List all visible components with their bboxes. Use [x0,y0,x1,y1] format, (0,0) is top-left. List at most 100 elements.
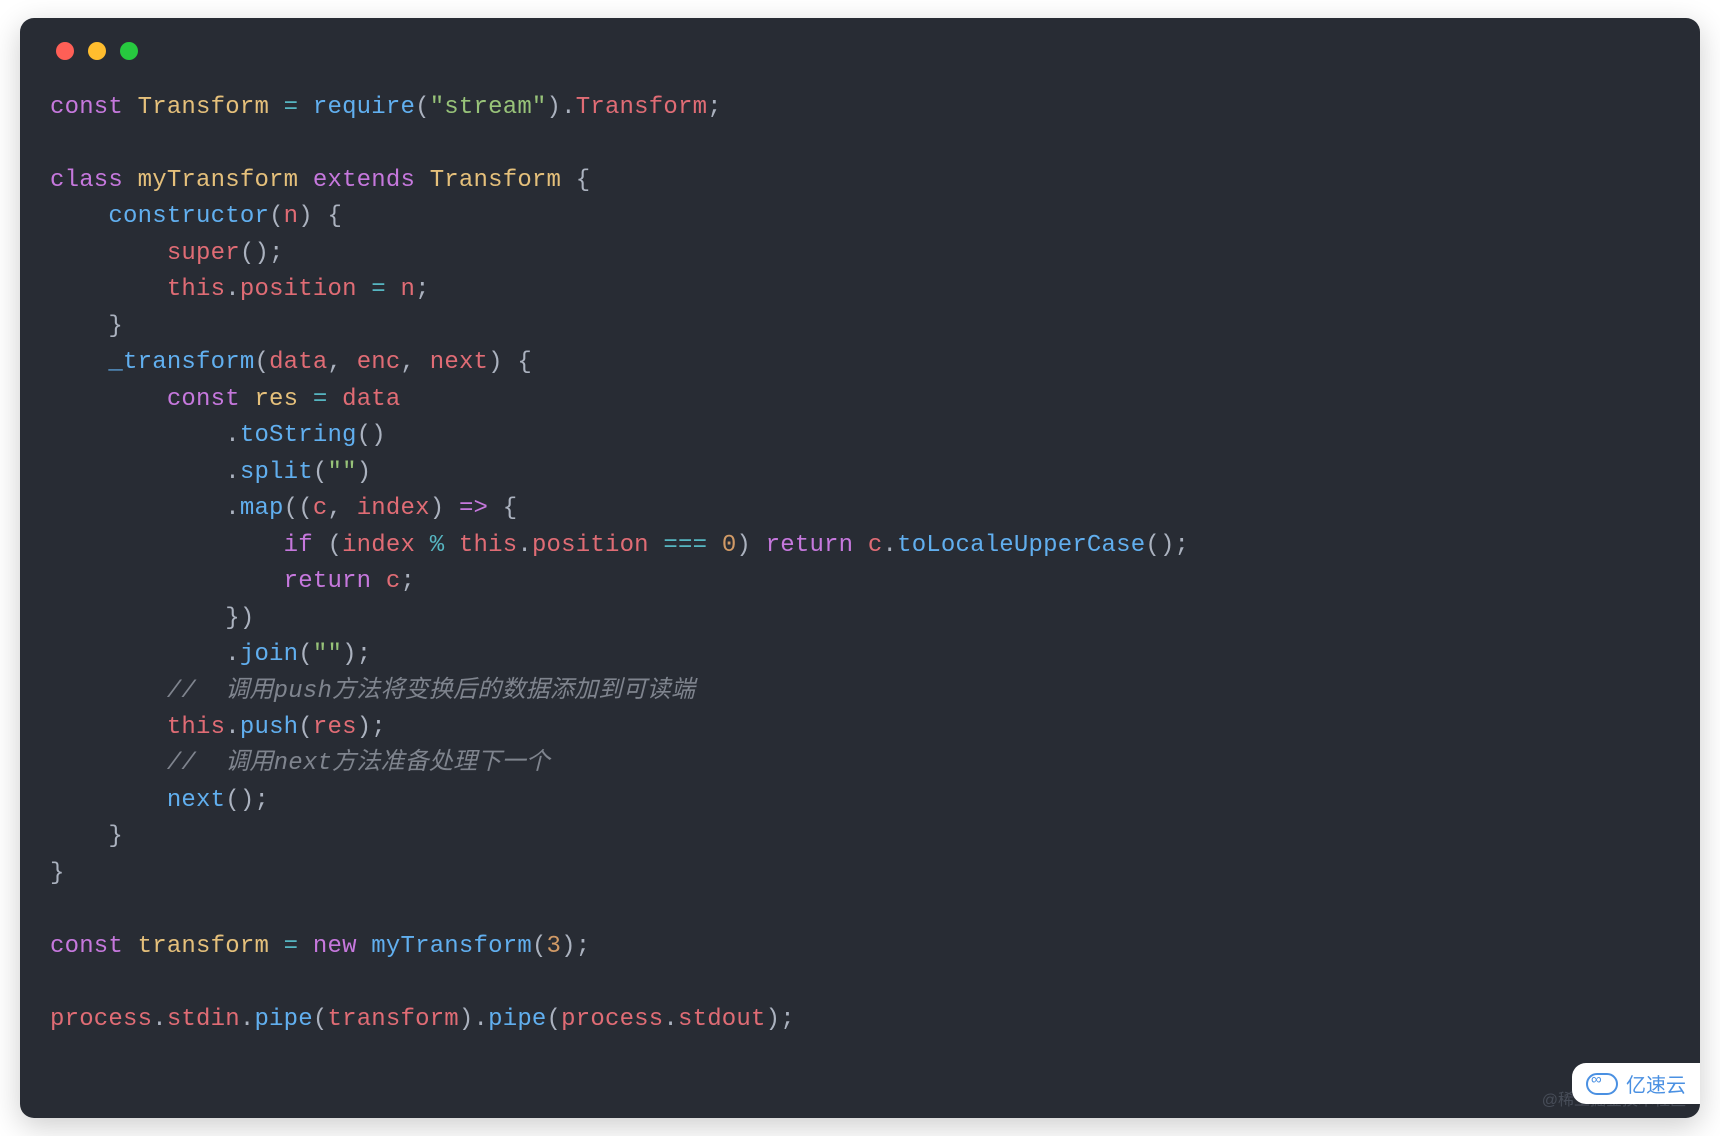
token-var: n [284,203,299,230]
token-var: data [342,386,400,413]
token-pun: ); [342,641,371,668]
token-pun [50,568,284,595]
token-pun: ); [766,1006,795,1033]
token-pun: . [663,1006,678,1033]
cloud-icon [1586,1073,1618,1095]
token-pun [371,568,386,595]
token-cls: myTransform [138,167,299,194]
token-pun [50,787,167,814]
token-pun: ( [298,641,313,668]
token-pun [298,94,313,121]
token-pun: . [50,495,240,522]
token-pun: (); [240,240,284,267]
token-op: % [430,532,445,559]
token-cls: Transform [430,167,561,194]
token-pun: ; [415,276,430,303]
token-pun [386,276,401,303]
token-cls: Transform [138,94,269,121]
token-pun: , [327,495,356,522]
token-pun: , [401,349,430,376]
token-pun: . [882,532,897,559]
token-pun [649,532,664,559]
token-var: c [386,568,401,595]
token-op: = [313,386,328,413]
token-op: = [284,94,299,121]
token-pun: . [50,459,240,486]
token-pun: (); [225,787,269,814]
token-pun: { [488,495,517,522]
token-pun: () [357,422,386,449]
token-pun: (); [1145,532,1189,559]
token-pun [444,532,459,559]
maximize-icon[interactable] [120,42,138,60]
token-pun: ) [736,532,765,559]
token-pun: } [50,860,65,887]
token-fn: constructor [108,203,269,230]
token-str: "stream" [430,94,547,121]
token-pun [123,933,138,960]
token-var: position [240,276,357,303]
watermark-yisu: 亿速云 [1572,1063,1700,1104]
token-pun [415,167,430,194]
token-pun [240,386,255,413]
token-pun [269,94,284,121]
token-pun: ( [254,349,269,376]
token-var: this [167,276,225,303]
token-pun [50,532,284,559]
token-pun: (( [284,495,313,522]
token-fn: join [240,641,298,668]
token-num: 3 [547,933,562,960]
token-cmt: // 调用next方法准备处理下一个 [167,750,550,777]
token-kw: const [167,386,240,413]
token-pun [707,532,722,559]
token-pun: ; [707,94,722,121]
token-var: stdin [167,1006,240,1033]
token-pun [50,714,167,741]
token-kw: new [313,933,357,960]
token-fn: map [240,495,284,522]
token-op: === [663,532,707,559]
token-pun: ( [313,532,342,559]
token-pun: } [50,313,123,340]
token-pun: ); [561,933,590,960]
token-var: c [868,532,883,559]
token-cls: transform [138,933,269,960]
token-var: process [561,1006,663,1033]
token-pun: ; [400,568,415,595]
token-fn: push [240,714,298,741]
token-pun: ( [313,459,328,486]
token-var: Transform [576,94,707,121]
token-var: n [401,276,416,303]
token-kw: const [50,933,123,960]
token-var: position [532,532,649,559]
minimize-icon[interactable] [88,42,106,60]
token-pun [50,349,108,376]
token-fn: pipe [488,1006,546,1033]
token-var: stdout [678,1006,766,1033]
token-kw: => [459,495,488,522]
token-var: enc [357,349,401,376]
token-var: data [269,349,327,376]
token-var: transform [327,1006,458,1033]
token-pun [327,386,342,413]
token-pun [50,386,167,413]
token-pun [853,532,868,559]
token-kw: extends [313,167,415,194]
token-pun: } [50,823,123,850]
code-window: const Transform = require ( "stream"). Tran… [20,18,1700,1118]
token-pun [123,167,138,194]
token-fn: myTransform [371,933,532,960]
token-pun: ( [547,1006,562,1033]
close-icon[interactable] [56,42,74,60]
token-pun: ( [532,933,547,960]
token-kw: return [766,532,854,559]
token-pun: ); [357,714,386,741]
token-pun [50,750,167,777]
token-var: super [167,240,240,267]
token-pun [298,167,313,194]
token-pun: . [50,422,240,449]
token-pun: ) [430,495,459,522]
token-var: res [313,714,357,741]
token-kw: if [284,532,313,559]
token-fn: require [313,94,415,121]
